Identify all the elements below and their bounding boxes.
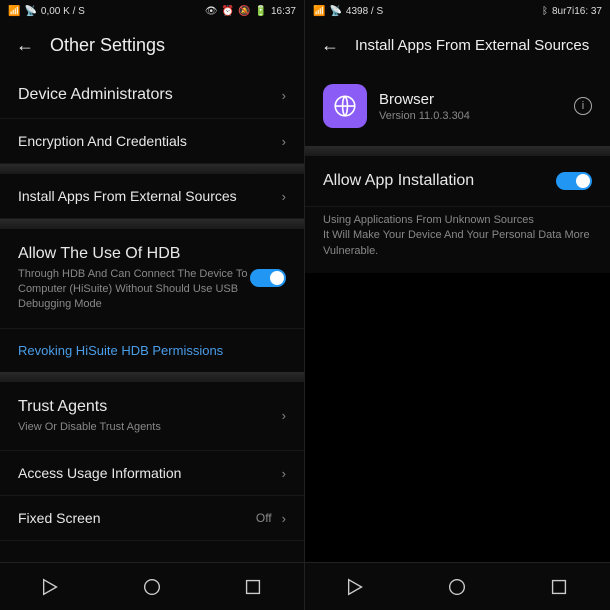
wifi-icon: 📡 — [24, 6, 36, 17]
setting-label: Allow App Installation — [323, 172, 556, 190]
encryption-item[interactable]: Encryption And Credentials › — [0, 119, 304, 164]
nav-bar — [0, 562, 304, 610]
app-version: Version 11.0.3.304 — [379, 110, 562, 122]
status-bar: 📶 📡 0,00 K / S 👁 ⏰ 🔕 🔋 16:37 — [0, 0, 304, 22]
allow-installation-item[interactable]: Allow App Installation — [305, 156, 610, 207]
battery-icon: 🔋 — [255, 6, 267, 17]
divider — [0, 219, 304, 229]
setting-label: Fixed Screen — [18, 510, 256, 526]
clock-time: 8ur7i16: 37 — [552, 6, 602, 17]
allow-installation-toggle[interactable] — [556, 172, 592, 190]
chevron-right-icon: › — [282, 466, 286, 481]
nav-home-button[interactable] — [446, 576, 468, 598]
chevron-right-icon: › — [282, 511, 286, 526]
nav-bar — [305, 562, 610, 610]
right-phone: 📶 📡 4398 / S ᛒ 8ur7i16: 37 ← Install App… — [305, 0, 610, 610]
wifi-icon: 📡 — [329, 6, 341, 17]
bluetooth-icon: ᛒ — [542, 6, 548, 17]
hdb-toggle[interactable] — [250, 269, 286, 287]
back-icon[interactable]: ← — [14, 34, 36, 56]
divider — [305, 146, 610, 156]
chevron-right-icon: › — [282, 134, 286, 149]
left-phone: 📶 📡 0,00 K / S 👁 ⏰ 🔕 🔋 16:37 ← Other Set… — [0, 0, 305, 610]
setting-label: Encryption And Credentials — [18, 133, 274, 149]
nav-recents-button[interactable] — [548, 576, 570, 598]
chevron-right-icon: › — [282, 408, 286, 423]
trust-agents-item[interactable]: Trust Agents View Or Disable Trust Agent… — [0, 382, 304, 452]
fixed-screen-item[interactable]: Fixed Screen Off › — [0, 496, 304, 541]
allow-hdb-item[interactable]: Allow The Use Of HDB Through HDB And Can… — [0, 229, 304, 329]
setting-label: Device Administrators — [18, 86, 274, 104]
app-info-row: Browser Version 11.0.3.304 i — [305, 72, 610, 146]
info-icon[interactable]: i — [574, 97, 592, 115]
chevron-right-icon: › — [282, 189, 286, 204]
setting-label: Trust Agents — [18, 398, 274, 416]
revoke-hdb-link[interactable]: Revoking HiSuite HDB Permissions — [0, 329, 304, 372]
setting-description: View Or Disable Trust Agents — [18, 420, 274, 435]
back-icon[interactable]: ← — [319, 34, 341, 56]
mute-icon: 🔕 — [238, 6, 250, 17]
network-speed: 4398 / S — [346, 6, 383, 17]
page-title: Install Apps From External Sources — [355, 37, 589, 54]
setting-label: Install Apps From External Sources — [18, 188, 274, 204]
device-administrators-item[interactable]: Device Administrators › — [0, 72, 304, 119]
warning-text: Using Applications From Unknown Sources … — [305, 207, 610, 273]
chevron-right-icon: › — [282, 88, 286, 103]
eye-icon: 👁 — [205, 6, 218, 17]
access-usage-item[interactable]: Access Usage Information › — [0, 451, 304, 496]
divider — [0, 164, 304, 174]
nav-home-button[interactable] — [141, 576, 163, 598]
signal-icon: 📶 — [8, 6, 20, 17]
app-icon — [323, 84, 367, 128]
network-speed: 0,00 K / S — [41, 6, 85, 17]
clock-time: 16:37 — [271, 6, 296, 17]
status-bar: 📶 📡 4398 / S ᛒ 8ur7i16: 37 — [305, 0, 610, 22]
app-name: Browser — [379, 91, 562, 108]
header: ← Other Settings — [0, 22, 304, 72]
install-external-item[interactable]: Install Apps From External Sources › — [0, 174, 304, 219]
header: ← Install Apps From External Sources — [305, 22, 610, 72]
nav-recents-button[interactable] — [242, 576, 264, 598]
nav-back-button[interactable] — [345, 576, 367, 598]
setting-value: Off — [256, 511, 272, 525]
alarm-icon: ⏰ — [222, 6, 234, 17]
nav-back-button[interactable] — [40, 576, 62, 598]
setting-description: Through HDB And Can Connect The Device T… — [18, 267, 250, 312]
setting-label: Access Usage Information — [18, 465, 274, 481]
page-title: Other Settings — [50, 35, 165, 56]
setting-label: Allow The Use Of HDB — [18, 245, 250, 263]
divider — [0, 372, 304, 382]
signal-icon: 📶 — [313, 6, 325, 17]
